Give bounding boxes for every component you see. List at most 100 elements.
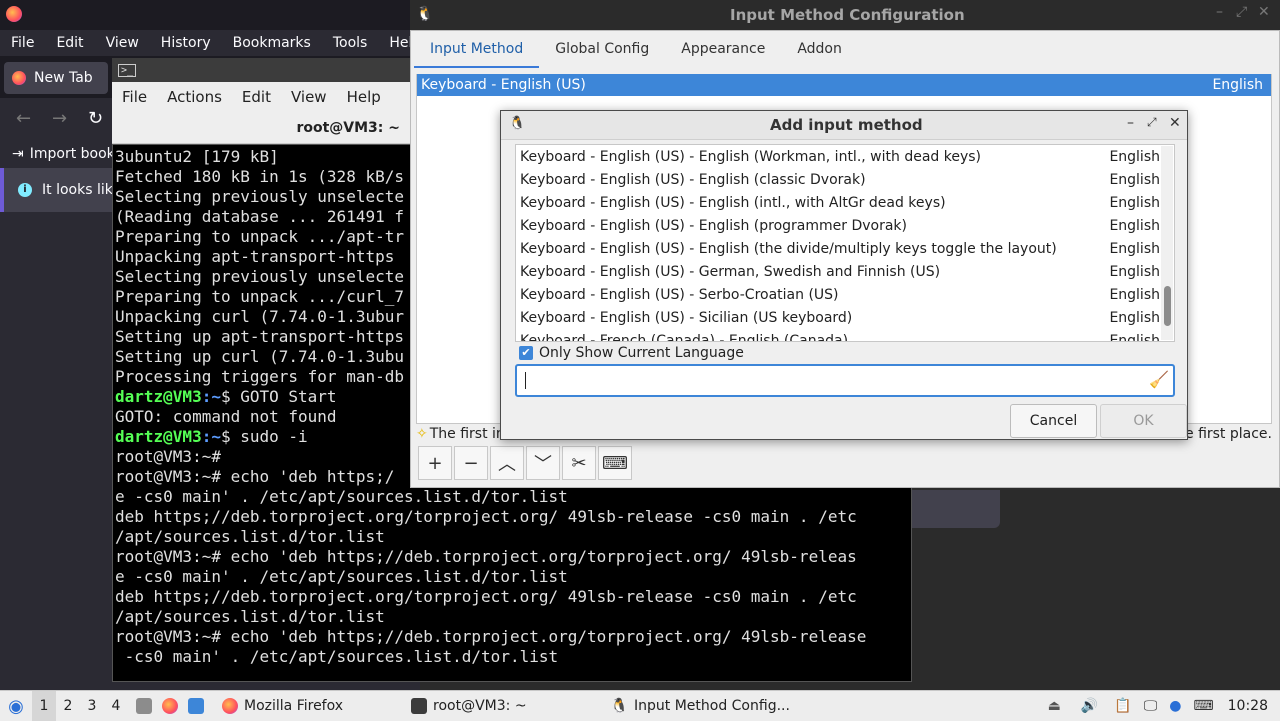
method-option-row[interactable]: Keyboard - French (Canada) - English (Ca… [520, 329, 1160, 342]
dialog-minimize-icon[interactable]: – [1127, 115, 1134, 131]
term-menu-actions[interactable]: Actions [157, 88, 232, 106]
remove-method-button[interactable]: − [454, 446, 488, 480]
line-text: -cs0 main' . /etc/apt/sources.list.d/tor… [115, 647, 559, 666]
terminal-titlebar: >_ [112, 58, 412, 82]
method-option-lang: English [1109, 217, 1160, 234]
method-option-lang: English [1109, 263, 1160, 280]
reload-icon[interactable]: ↻ [88, 108, 103, 129]
tray-volume-icon[interactable]: 🔊 [1071, 698, 1108, 714]
task-terminal[interactable]: root@VM3: ~ [401, 691, 537, 721]
firefox-tab-icon [12, 71, 26, 85]
method-option-row[interactable]: Keyboard - English (US) - English (progr… [520, 214, 1160, 237]
term-menu-edit[interactable]: Edit [232, 88, 281, 106]
start-menu-icon[interactable]: ◉ [0, 696, 32, 717]
keyboard-layout-button[interactable]: ⌨ [598, 446, 632, 480]
file-manager-icon[interactable] [136, 698, 152, 714]
tray-keyboard-icon[interactable]: ⌨ [1187, 698, 1219, 714]
method-option-lang: English [1109, 194, 1160, 211]
forward-icon[interactable]: → [52, 108, 67, 129]
imc-minimize-icon[interactable]: – [1216, 4, 1223, 20]
term-menu-help[interactable]: Help [337, 88, 391, 106]
term-menu-view[interactable]: View [281, 88, 337, 106]
dialog-title: Add input method [770, 116, 923, 134]
task-firefox[interactable]: Mozilla Firefox [212, 691, 353, 721]
method-option-lang: English [1109, 171, 1160, 188]
workspace-2[interactable]: 2 [56, 698, 80, 714]
method-option-row[interactable]: Keyboard - English (US) - Sicilian (US k… [520, 306, 1160, 329]
ff-menu-bookmarks[interactable]: Bookmarks [222, 35, 322, 51]
firefox-tab-new-tab[interactable]: New Tab [4, 62, 108, 94]
tab-global-config[interactable]: Global Config [539, 30, 665, 68]
ff-menu-view[interactable]: View [95, 35, 150, 51]
method-option-name: Keyboard - English (US) - Sicilian (US k… [520, 309, 853, 326]
method-option-row[interactable]: Keyboard - English (US) - English (class… [520, 168, 1160, 191]
dialog-close-icon[interactable]: ✕ [1169, 115, 1181, 131]
line-text: $ sudo -i [220, 427, 308, 446]
tray-clipboard-icon[interactable]: 📋 [1108, 698, 1137, 714]
method-option-name: Keyboard - English (US) - German, Swedis… [520, 263, 941, 280]
imc-selected-method-row[interactable]: Keyboard - English (US) English [417, 74, 1271, 96]
dialog-maximize-icon[interactable]: ⤢ [1147, 115, 1157, 130]
configure-method-button[interactable]: ✂ [562, 446, 596, 480]
move-up-button[interactable]: ︿ [490, 446, 524, 480]
workspace-3[interactable]: 3 [80, 698, 104, 714]
prompt-path: :~ [201, 427, 221, 446]
line-text: /apt/sources.list.d/tor.list [115, 607, 385, 626]
method-search-input[interactable]: 🧹 [515, 364, 1175, 397]
task-imc[interactable]: 🐧 Input Method Config... [601, 691, 800, 721]
method-option-row[interactable]: Keyboard - English (US) - English (intl.… [520, 191, 1160, 214]
line-text: Processing triggers for man-db [115, 367, 404, 386]
tray-eject-icon[interactable]: ⏏ [1038, 698, 1071, 714]
method-option-row[interactable]: Keyboard - English (US) - Serbo-Croatian… [520, 283, 1160, 306]
line-text: root@VM3:~# [115, 447, 221, 466]
tray-network-icon[interactable]: 🖵 [1138, 698, 1164, 714]
line-text: /apt/sources.list.d/tor.list [115, 527, 385, 546]
line-text: root@VM3:~# echo 'deb https;//deb.torpro… [115, 627, 867, 646]
move-down-button[interactable]: ﹀ [526, 446, 560, 480]
terminal-line: root@VM3:~# echo 'deb https;//deb.torpro… [115, 627, 895, 647]
ok-button[interactable]: OK [1100, 404, 1187, 438]
notice-text: It looks lik [42, 182, 113, 198]
method-option-name: Keyboard - English (US) - English (Workm… [520, 148, 982, 165]
terminal-tab-title: root@VM3: ~ [112, 112, 412, 144]
desktop-icon[interactable] [188, 698, 204, 714]
ff-menu-tools[interactable]: Tools [322, 35, 379, 51]
checkbox-checked-icon[interactable]: ✔ [519, 346, 533, 360]
imc-maximize-icon[interactable]: ⤢ [1236, 4, 1247, 20]
clear-search-icon[interactable]: 🧹 [1149, 370, 1169, 389]
tab-addon[interactable]: Addon [781, 30, 858, 68]
firefox-menubar: File Edit View History Bookmarks Tools H… [0, 30, 421, 56]
line-text: $ GOTO Start [220, 387, 337, 406]
method-option-row[interactable]: Keyboard - English (US) - English (Workm… [520, 145, 1160, 168]
line-text: Selecting previously unselecte [115, 267, 404, 286]
tab-input-method[interactable]: Input Method [414, 30, 540, 68]
import-bookmarks-link[interactable]: Import book [30, 146, 115, 162]
method-option-row[interactable]: Keyboard - English (US) - German, Swedis… [520, 260, 1160, 283]
method-option-name: Keyboard - English (US) - English (class… [520, 171, 866, 188]
line-text: (Reading database ... 261491 f [115, 207, 404, 226]
method-option-name: Keyboard - English (US) - English (progr… [520, 217, 907, 234]
clock[interactable]: 10:28 [1220, 698, 1280, 714]
firefox-launcher-icon[interactable] [162, 698, 178, 714]
add-method-button[interactable]: + [418, 446, 452, 480]
ff-menu-edit[interactable]: Edit [45, 35, 94, 51]
term-menu-file[interactable]: File [112, 88, 157, 106]
back-icon[interactable]: ← [16, 108, 31, 129]
cancel-button[interactable]: Cancel [1010, 404, 1097, 438]
methods-scrollbar-thumb[interactable] [1164, 286, 1171, 326]
ff-menu-history[interactable]: History [150, 35, 222, 51]
method-option-row[interactable]: Keyboard - English (US) - English (the d… [520, 237, 1160, 260]
only-current-language-toggle[interactable]: ✔ Only Show Current Language [519, 345, 744, 361]
ff-menu-file[interactable]: File [0, 35, 45, 51]
method-option-lang: English [1109, 240, 1160, 257]
workspace-1[interactable]: 1 [32, 691, 56, 721]
tray-updates-icon[interactable]: ● [1163, 698, 1187, 714]
terminal-line: deb https;//deb.torproject.org/torprojec… [115, 587, 895, 607]
task-imc-label: Input Method Config... [634, 698, 790, 714]
tab-appearance[interactable]: Appearance [665, 30, 781, 68]
line-text: Setting up curl (7.74.0-1.3ubu [115, 347, 404, 366]
only-current-language-label: Only Show Current Language [539, 345, 744, 361]
workspace-4[interactable]: 4 [104, 698, 128, 714]
terminal-line: /apt/sources.list.d/tor.list [115, 607, 895, 627]
imc-close-icon[interactable]: ✕ [1258, 4, 1270, 20]
